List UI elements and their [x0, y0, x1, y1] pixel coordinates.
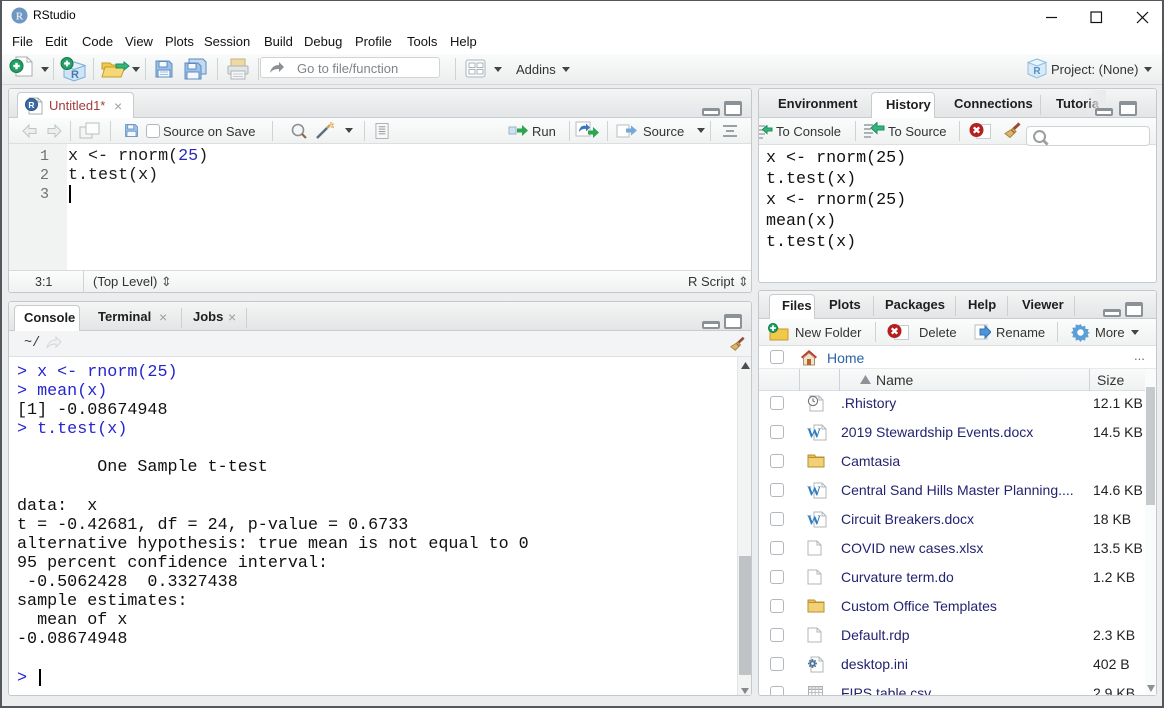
svg-text:W: W	[807, 485, 821, 500]
svg-text:W: W	[807, 514, 821, 529]
svg-text:R: R	[16, 12, 24, 23]
svg-text:R: R	[1033, 66, 1041, 77]
svg-text:R: R	[28, 100, 34, 110]
svg-text:W: W	[807, 427, 821, 442]
svg-text:R: R	[71, 69, 79, 81]
